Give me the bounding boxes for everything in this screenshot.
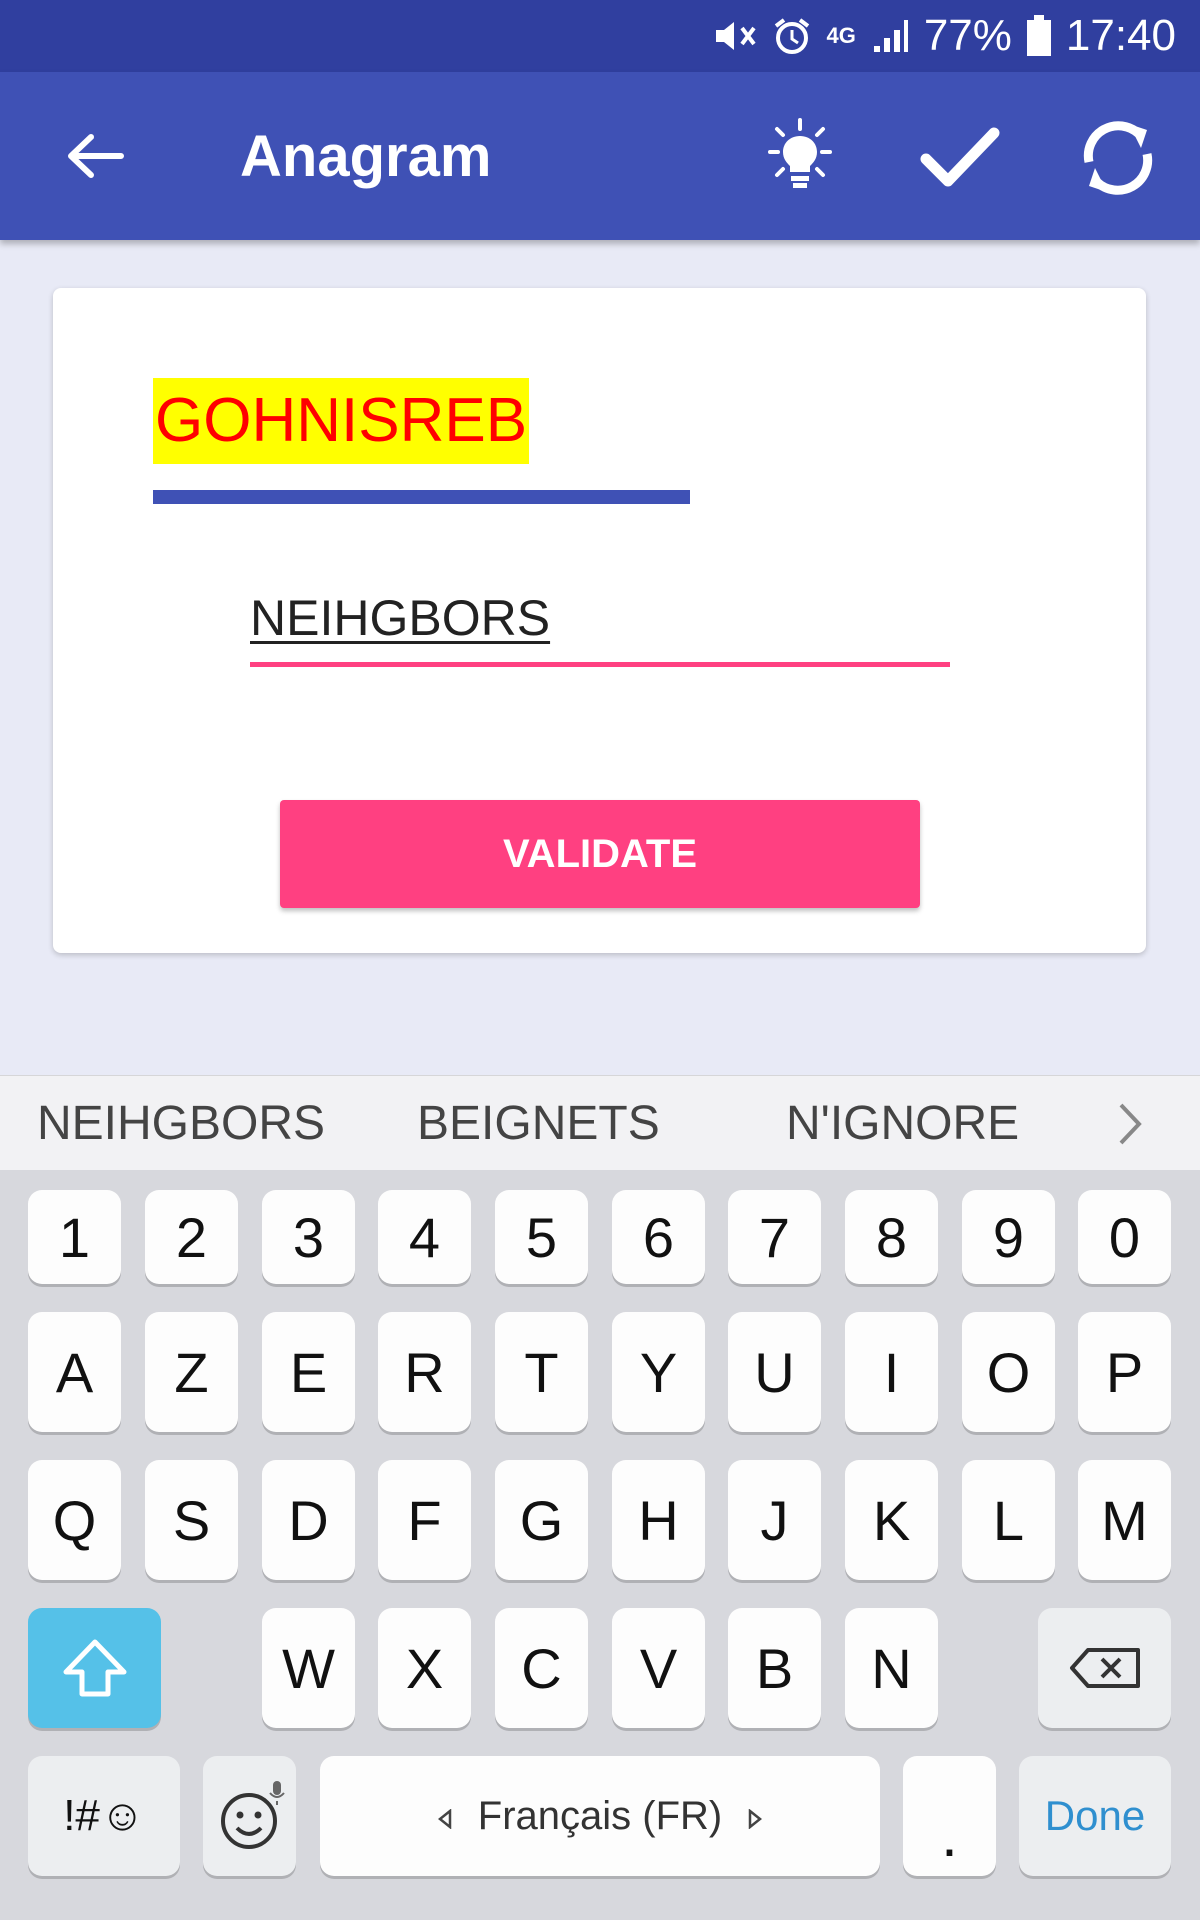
key[interactable]: P bbox=[1078, 1312, 1171, 1432]
period-key[interactable]: . bbox=[903, 1756, 996, 1876]
validate-button[interactable]: VALIDATE bbox=[280, 800, 920, 908]
caret-right-icon bbox=[748, 1794, 763, 1839]
shift-key[interactable] bbox=[28, 1608, 161, 1728]
emoji-key[interactable] bbox=[203, 1756, 296, 1876]
clock-time: 17:40 bbox=[1065, 11, 1176, 60]
key[interactable]: H bbox=[612, 1460, 705, 1580]
language-label: Français (FR) bbox=[477, 1793, 723, 1838]
key[interactable]: C bbox=[495, 1608, 588, 1728]
answer-input-value: NEIHGBORS bbox=[250, 590, 551, 646]
key[interactable]: Z bbox=[145, 1312, 238, 1432]
key[interactable]: 7 bbox=[728, 1190, 821, 1284]
key[interactable]: B bbox=[728, 1608, 821, 1728]
key[interactable]: X bbox=[378, 1608, 471, 1728]
suggestion-item[interactable]: BEIGNETS bbox=[417, 1076, 660, 1171]
key[interactable]: 8 bbox=[845, 1190, 938, 1284]
scrambled-word-underline bbox=[153, 490, 690, 504]
key[interactable]: Q bbox=[28, 1460, 121, 1580]
caret-left-icon bbox=[437, 1794, 452, 1839]
app-bar: Anagram bbox=[0, 72, 1200, 240]
period-label: . bbox=[941, 1802, 958, 1869]
key[interactable]: 5 bbox=[495, 1190, 588, 1284]
key[interactable]: U bbox=[728, 1312, 821, 1432]
key[interactable]: T bbox=[495, 1312, 588, 1432]
symbols-key[interactable]: !#☺ bbox=[28, 1756, 180, 1876]
key[interactable]: F bbox=[378, 1460, 471, 1580]
alarm-icon bbox=[772, 16, 812, 56]
key[interactable]: O bbox=[962, 1312, 1055, 1432]
signal-icon bbox=[870, 16, 910, 56]
suggestion-item[interactable]: NEIHGBORS bbox=[37, 1076, 325, 1171]
key[interactable]: 6 bbox=[612, 1190, 705, 1284]
key[interactable]: J bbox=[728, 1460, 821, 1580]
key[interactable]: 3 bbox=[262, 1190, 355, 1284]
back-arrow-icon[interactable] bbox=[55, 116, 135, 196]
key[interactable]: Y bbox=[612, 1312, 705, 1432]
key[interactable]: N bbox=[845, 1608, 938, 1728]
key[interactable]: M bbox=[1078, 1460, 1171, 1580]
backspace-key[interactable] bbox=[1038, 1608, 1171, 1728]
battery-percent: 77% bbox=[923, 11, 1012, 60]
mute-icon bbox=[712, 16, 758, 56]
key[interactable]: V bbox=[612, 1608, 705, 1728]
key[interactable]: A bbox=[28, 1312, 121, 1432]
keyboard: 1 2 3 4 5 6 7 8 9 0 A Z E R T Y U I O P … bbox=[0, 1170, 1200, 1920]
scrambled-word: GOHNISREB bbox=[153, 378, 530, 464]
checkmark-icon[interactable] bbox=[912, 110, 1008, 206]
key[interactable]: W bbox=[262, 1608, 355, 1728]
suggestion-bar: NEIHGBORS BEIGNETS N'IGNORE bbox=[0, 1075, 1200, 1171]
lightbulb-icon[interactable] bbox=[752, 110, 848, 206]
page-title: Anagram bbox=[240, 124, 492, 189]
done-key[interactable]: Done bbox=[1019, 1756, 1171, 1876]
key[interactable]: I bbox=[845, 1312, 938, 1432]
status-bar: 4G 77% 17:40 bbox=[0, 0, 1200, 72]
answer-input[interactable]: NEIHGBORS bbox=[250, 588, 950, 668]
network-type-label: 4G bbox=[826, 23, 856, 48]
key[interactable]: S bbox=[145, 1460, 238, 1580]
suggestion-item[interactable]: N'IGNORE bbox=[786, 1076, 1019, 1171]
key[interactable]: 4 bbox=[378, 1190, 471, 1284]
key[interactable]: D bbox=[262, 1460, 355, 1580]
key[interactable]: R bbox=[378, 1312, 471, 1432]
key[interactable]: 1 bbox=[28, 1190, 121, 1284]
key[interactable]: 9 bbox=[962, 1190, 1055, 1284]
battery-icon bbox=[1026, 15, 1052, 57]
chevron-right-icon[interactable] bbox=[1100, 1076, 1160, 1171]
key[interactable]: E bbox=[262, 1312, 355, 1432]
key[interactable]: 0 bbox=[1078, 1190, 1171, 1284]
key[interactable]: G bbox=[495, 1460, 588, 1580]
anagram-card: GOHNISREB NEIHGBORS VALIDATE bbox=[53, 288, 1146, 953]
key[interactable]: 2 bbox=[145, 1190, 238, 1284]
key[interactable]: K bbox=[845, 1460, 938, 1580]
refresh-icon[interactable] bbox=[1070, 110, 1166, 206]
language-key[interactable]: Français (FR) bbox=[320, 1756, 880, 1876]
answer-input-underline bbox=[250, 662, 950, 667]
key[interactable]: L bbox=[962, 1460, 1055, 1580]
